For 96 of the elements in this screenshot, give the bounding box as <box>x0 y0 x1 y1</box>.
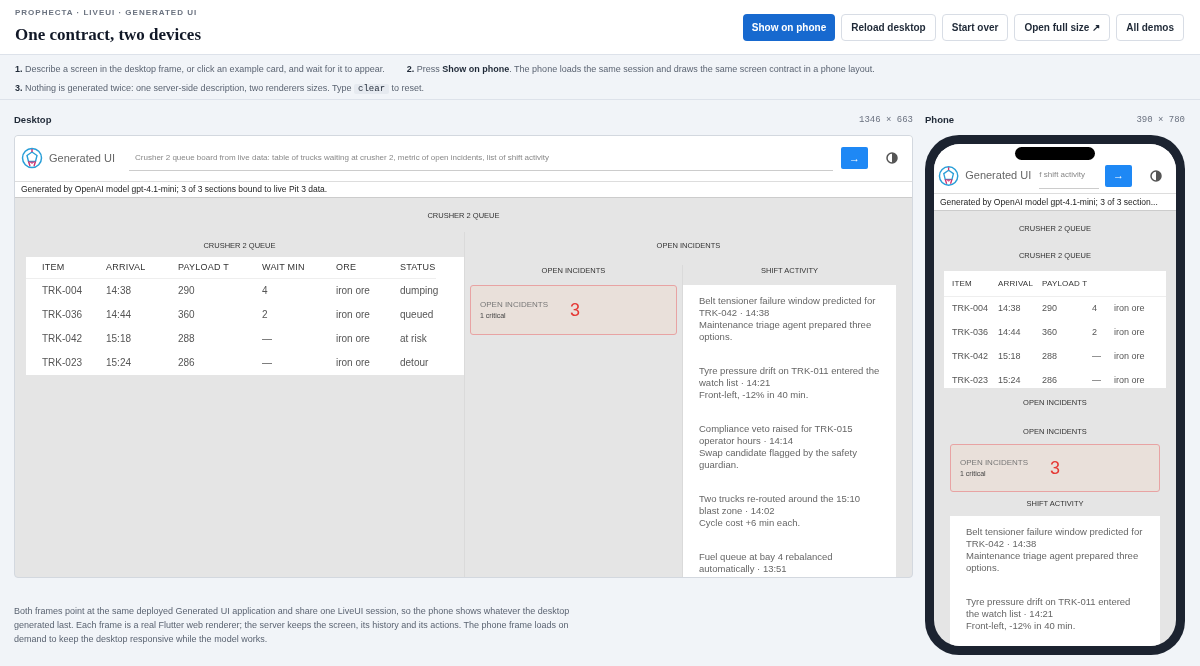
logo-icon <box>21 147 43 170</box>
table-cell-text: TRK-042 <box>42 332 83 347</box>
column-header: PAYLOAD T <box>178 260 231 274</box>
activity-detail: Maintenance triage agent prepared three options. <box>699 319 873 343</box>
status-bar: Generated by OpenAI model gpt-4.1-mini; 3 of 3 section... <box>934 194 1176 211</box>
activity-title: Compliance veto raised for TRK-015 operator hours · 14:14 <box>699 423 854 447</box>
table-cell-text: at risk <box>400 332 428 347</box>
table-cell-text: TRK-004 <box>952 302 989 316</box>
activity-title: Belt tensioner failure window predicted for TRK-042 · 14:38 <box>699 295 877 319</box>
table-cell-text: iron ore <box>336 284 371 299</box>
table-cell-text: 286 <box>1042 374 1059 388</box>
activity-detail: Front-left, -12% in 40 min. <box>966 620 1077 633</box>
table-cell-text: 360 <box>178 308 196 323</box>
table-cell-text: TRK-004 <box>42 284 83 299</box>
contrast-icon[interactable] <box>1150 169 1162 182</box>
table-cell-text: iron ore <box>1114 374 1146 388</box>
frame-label: Phone <box>925 113 955 128</box>
table-cell-text: 286 <box>178 356 196 371</box>
page-title: One contract, two devices <box>15 23 201 46</box>
send-button[interactable]: → <box>1105 164 1132 187</box>
frame-label: Desktop <box>14 113 52 128</box>
instruction-step: 3. Nothing is generated twice: one server-side description, two renderers sizes. Type clear to reset. <box>15 81 425 96</box>
column-header: WAIT MIN <box>262 260 306 274</box>
column-header: STATUS <box>400 260 437 274</box>
table-cell-text: 288 <box>178 332 196 347</box>
column-header: ARRIVAL <box>998 277 1035 290</box>
table-cell-text: TRK-036 <box>952 326 989 340</box>
contrast-icon[interactable] <box>886 152 898 165</box>
frame-size: 1346 × 663 <box>859 113 913 127</box>
footer-text: Both frames point at the same deployed Generated UI application and share one LiveUI session, so the phone shows whatever the desktop generated last. Each frame is a real Flutter web renderer; the server keeps the screen, its history and its actions. The phone frame loads on demand to keep the desktop responsive while the model works. <box>14 605 571 646</box>
prompt-field[interactable]: f shift activity <box>1039 162 1099 189</box>
metric-value: 3 <box>1050 456 1060 480</box>
table-cell-text: TRK-023 <box>952 374 989 388</box>
column-header: ITEM <box>952 277 973 290</box>
activity-detail: Maintenance triage agent prepared three options. <box>966 550 1140 575</box>
activity-title: Tyre pressure drift on TRK-011 entered the watch list · 14:21 <box>699 365 880 389</box>
table-cell-text: 14:38 <box>106 284 133 299</box>
send-button[interactable]: → <box>841 147 868 170</box>
column-header: ARRIVAL <box>106 260 147 274</box>
logo-icon <box>938 164 960 187</box>
table-cell-text: 2 <box>1092 326 1098 340</box>
table-cell-text: queued <box>400 308 435 323</box>
activity-title: Two trucks re-routed around the 15:10 blast zone · 14:02 <box>699 493 862 517</box>
table-cell-text: — <box>262 332 273 347</box>
frame-size: 390 × 780 <box>1136 113 1185 127</box>
table-cell-text: 14:44 <box>998 326 1022 340</box>
table-cell-text: — <box>1092 350 1102 364</box>
activity-detail: Front-left, -12% in 40 min. <box>699 389 810 401</box>
table-cell-text: 15:24 <box>998 374 1022 388</box>
table-cell-text: 15:18 <box>106 332 133 347</box>
table-cell-text: detour <box>400 356 430 371</box>
table-cell-text: TRK-042 <box>952 350 989 364</box>
table-cell-text: 290 <box>1042 302 1059 316</box>
table-cell-text: 290 <box>178 284 196 299</box>
table-cell-text: TRK-023 <box>42 356 83 371</box>
eyebrow: PROPHECTA · LIVEUI · GENERATED UI <box>15 6 199 19</box>
app-title: Generated UI <box>965 168 1032 184</box>
metric-label: OPEN INCIDENTS <box>960 456 1029 469</box>
header-button[interactable]: Reload desktop <box>841 13 936 41</box>
column-header: ORE <box>336 260 358 274</box>
table-cell-text: — <box>1092 374 1102 388</box>
table-cell-text: 14:44 <box>106 308 133 323</box>
table-cell-text: iron ore <box>336 356 371 371</box>
activity-detail: Swap candidate flagged by the safety guardian. <box>699 447 858 471</box>
app-title: Generated UI <box>49 151 116 167</box>
instruction-step: 2. Press Show on phone. The phone loads the same session and draws the same screen contract in a phone layout. <box>406 63 875 77</box>
table-cell-text: 360 <box>1042 326 1059 340</box>
table-cell-text: iron ore <box>1114 326 1146 340</box>
table-cell-text: — <box>262 356 273 371</box>
activity-title: Fuel queue at bay 4 rebalanced automatically · 13:51 <box>699 551 834 575</box>
table-cell-text: 288 <box>1042 350 1059 364</box>
header-button[interactable]: All demos <box>1116 13 1184 41</box>
table-cell-text: TRK-036 <box>42 308 83 323</box>
header-button[interactable]: Start over <box>941 13 1009 41</box>
table-cell-text: iron ore <box>336 308 371 323</box>
metric-value: 3 <box>570 298 580 322</box>
activity-title: Belt tensioner failure window predicted for TRK-042 · 14:38 <box>966 526 1144 551</box>
table-cell-text: iron ore <box>1114 302 1146 316</box>
column-header: ITEM <box>42 260 66 274</box>
instruction-step: 1. Describe a screen in the desktop frame, or click an example card, and wait for it to appear. <box>15 63 385 77</box>
metric-label: OPEN INCIDENTS <box>480 298 549 311</box>
table-cell-text: 4 <box>262 284 269 299</box>
column-header: PAYLOAD T <box>1042 277 1089 290</box>
table-cell-text: iron ore <box>336 332 371 347</box>
table-cell-text: 15:18 <box>998 350 1022 364</box>
prompt-field[interactable]: Crusher 2 queue board from live data: table of trucks waiting at crusher 2, metric of open incidents, list of shift activity <box>129 145 833 172</box>
activity-title: Tyre pressure drift on TRK-011 entered the watch list · 14:21 <box>966 596 1132 621</box>
table-cell-text: dumping <box>400 284 440 299</box>
table-cell-text: iron ore <box>1114 350 1146 364</box>
activity-detail: Cycle cost +6 min each. <box>699 517 802 529</box>
header-button[interactable]: Show on phone <box>742 13 836 41</box>
table-cell-text: 14:38 <box>998 302 1022 316</box>
table-cell-text: 15:24 <box>106 356 133 371</box>
header-button[interactable]: Open full size ↗ <box>1014 13 1111 41</box>
table-cell-text: 4 <box>1092 302 1098 316</box>
table-cell-text: 2 <box>262 308 269 323</box>
